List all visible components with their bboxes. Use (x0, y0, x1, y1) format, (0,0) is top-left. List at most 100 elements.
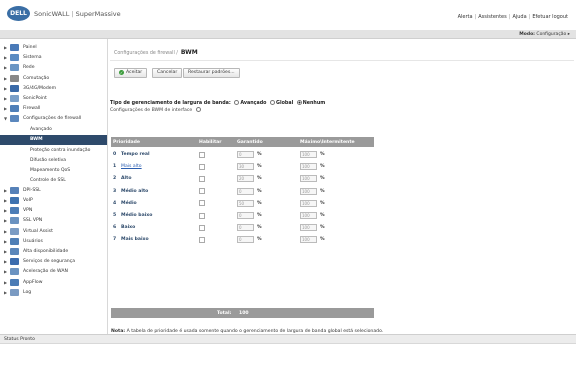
priority-name: Médio (121, 200, 137, 206)
sidebar-item[interactable]: ▶ 3G/4G/Modem (0, 84, 107, 94)
alerts-link[interactable]: Alerta (458, 14, 473, 20)
sidebar-subitem[interactable]: Mapeamento QoS (0, 165, 107, 175)
enable-checkbox[interactable] (199, 236, 205, 243)
expand-icon[interactable]: ▶ (4, 249, 7, 254)
expand-icon[interactable]: ▶ (4, 218, 7, 223)
sidebar-item[interactable]: ▶ Comutação (0, 74, 107, 84)
priority-number: 1 (113, 164, 117, 170)
sidebar-item[interactable]: ▶ SonicPoint (0, 94, 107, 104)
expand-icon[interactable]: ▶ (4, 229, 7, 234)
guaranteed-input[interactable]: 20 (237, 175, 254, 183)
percent-label: % (257, 213, 262, 218)
priority-name: Alto (121, 176, 132, 182)
expand-icon[interactable]: ▼ (4, 116, 7, 121)
logout-link[interactable]: Efetuar logout (532, 14, 568, 20)
priority-name: Mais baixo (121, 237, 149, 243)
enable-checkbox[interactable] (199, 188, 205, 195)
sidebar-item[interactable]: ▶ DPI-SSL (0, 186, 107, 196)
accept-button[interactable]: ✓ Aceitar (114, 68, 148, 78)
restore-defaults-button[interactable]: Restaurar padrões... (183, 68, 240, 78)
sidebar-subitem-label: Difusão seletiva (30, 157, 67, 163)
sidebar-item[interactable]: ▶ SSL VPN (0, 216, 107, 226)
enable-checkbox[interactable] (199, 224, 205, 231)
enable-checkbox[interactable] (199, 200, 205, 207)
wizards-link[interactable]: Assistentes (478, 14, 506, 20)
sidebar-item[interactable]: ▶ Usuários (0, 237, 107, 247)
sidebar-item[interactable]: ▶ Serviços de segurança (0, 257, 107, 267)
sidebar-item[interactable]: ▶ VoIP (0, 196, 107, 206)
guaranteed-input[interactable]: 0 (237, 151, 254, 158)
expand-icon[interactable]: ▶ (4, 208, 7, 213)
sidebar-item-label: 3G/4G/Modem (23, 85, 57, 91)
table-row: 2 Alto 20% 100% (111, 173, 374, 185)
percent-label: % (320, 200, 325, 206)
page-title: BWM (180, 49, 198, 56)
expand-icon[interactable]: ▶ (4, 239, 7, 244)
sidebar-subitem[interactable]: Difusão seletiva (0, 155, 107, 165)
radio-none[interactable] (296, 100, 302, 105)
radio-global[interactable] (270, 100, 276, 105)
radio-advanced[interactable] (234, 100, 240, 105)
sidebar-item[interactable]: ▶ Aceleração de WAN (0, 267, 107, 277)
max-input[interactable]: 100 (300, 236, 317, 244)
sidebar-item[interactable]: ▶ Rede (0, 63, 107, 73)
sidebar: ▶ Painel ▶ Sistema ▶ Rede ▶ Comutação ▶ 3G/4G/Mod… (0, 39, 108, 334)
expand-icon[interactable]: ▶ (4, 290, 7, 295)
expand-icon[interactable]: ▶ (4, 76, 7, 81)
enable-checkbox[interactable] (199, 212, 205, 219)
interface-bwm-icon[interactable] (195, 107, 201, 112)
enable-checkbox[interactable] (199, 163, 205, 170)
sidebar-item[interactable]: ▼ Configurações de firewall (0, 114, 107, 124)
total-label: Total: (217, 310, 232, 316)
max-input[interactable]: 100 (300, 224, 317, 232)
expand-icon[interactable]: ▶ (4, 45, 7, 50)
sidebar-item[interactable]: ▶ Sistema (0, 53, 107, 63)
expand-icon[interactable]: ▶ (4, 280, 7, 285)
max-input[interactable]: 100 (300, 151, 317, 158)
sidebar-subitem[interactable]: Proteção contra inundação (0, 145, 107, 155)
guaranteed-input[interactable]: 0 (237, 212, 254, 219)
sidebar-item-label: VoIP (23, 198, 33, 203)
expand-icon[interactable]: ▶ (4, 96, 7, 101)
sidebar-item-label: DPI-SSL (23, 187, 41, 193)
sidebar-item[interactable]: ▶ Firewall (0, 104, 107, 114)
sidebar-item[interactable]: ▶ Painel (0, 43, 107, 53)
expand-icon[interactable]: ▶ (4, 86, 7, 91)
sidebar-item-label: Aceleração de WAN (23, 269, 68, 275)
max-input[interactable]: 100 (300, 212, 317, 219)
enable-checkbox[interactable] (199, 175, 205, 182)
guaranteed-input[interactable]: 0 (237, 224, 254, 232)
expand-icon[interactable]: ▶ (4, 65, 7, 70)
guaranteed-input[interactable]: 50 (237, 199, 254, 207)
sidebar-item[interactable]: ▶ Virtual Assist (0, 227, 107, 237)
sidebar-item[interactable]: ▶ VPN (0, 206, 107, 216)
sidebar-subitem[interactable]: Controle de SSL (0, 176, 107, 186)
max-input[interactable]: 100 (300, 175, 317, 183)
guaranteed-input[interactable]: 30 (237, 163, 254, 171)
help-link[interactable]: Ajuda (512, 14, 526, 20)
percent-label: % (257, 152, 262, 157)
sidebar-item[interactable]: ▶ AppFlow (0, 278, 107, 288)
expand-icon[interactable]: ▶ (4, 55, 7, 60)
guaranteed-input[interactable]: 0 (237, 187, 254, 195)
expand-icon[interactable]: ▶ (4, 269, 7, 274)
guaranteed-input[interactable]: 0 (237, 236, 254, 244)
priority-name[interactable]: Mais alto (121, 164, 142, 169)
percent-label: % (257, 225, 262, 231)
enable-checkbox[interactable] (199, 151, 205, 158)
sidebar-item[interactable]: ▶ Alta disponibilidade (0, 247, 107, 257)
mode-selector[interactable]: Modo: Configuração ▸ (519, 32, 570, 37)
max-input[interactable]: 100 (300, 199, 317, 207)
max-input[interactable]: 100 (300, 163, 317, 171)
sidebar-subitem[interactable]: BWM (0, 134, 107, 145)
cancel-button[interactable]: Cancelar (152, 68, 183, 78)
sidebar-subitem[interactable]: Avançado (0, 125, 107, 135)
expand-icon[interactable]: ▶ (4, 198, 7, 203)
table-row: 6 Baixo 0% 100% (111, 222, 374, 234)
expand-icon[interactable]: ▶ (4, 188, 7, 193)
sidebar-item-label: Usuários (23, 238, 43, 244)
sidebar-item[interactable]: ▶ Log (0, 288, 107, 298)
max-input[interactable]: 100 (300, 187, 317, 195)
expand-icon[interactable]: ▶ (4, 106, 7, 111)
expand-icon[interactable]: ▶ (4, 259, 7, 264)
